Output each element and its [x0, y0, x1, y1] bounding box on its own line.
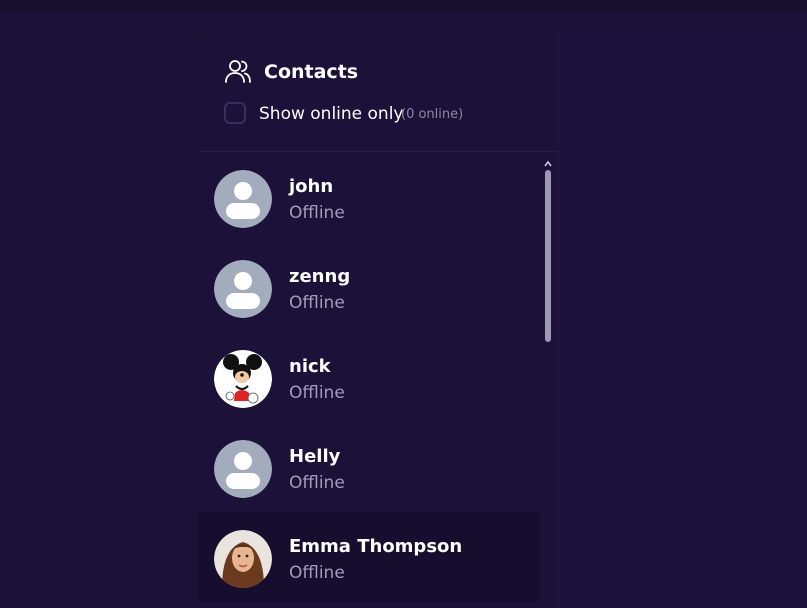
- contact-item-nick[interactable]: nick Offline: [198, 332, 540, 422]
- contact-list: john Offline zenng Offline nick Offline …: [198, 152, 540, 608]
- avatar: [214, 260, 272, 318]
- avatar: [214, 530, 272, 588]
- contacts-sidebar: Contacts Show online only (0 online) joh…: [198, 30, 559, 608]
- scrollbar-thumb[interactable]: [545, 170, 551, 342]
- top-bar: [0, 0, 807, 11]
- show-online-only-label[interactable]: Show online only: [259, 103, 404, 125]
- contact-name: john: [289, 176, 334, 197]
- contact-name: Emma Thompson: [289, 536, 463, 557]
- contact-status: Offline: [289, 383, 345, 403]
- mickey-mouse-avatar-image: [214, 350, 272, 408]
- contact-item-emma-thompson[interactable]: Emma Thompson Offline: [198, 512, 540, 602]
- woman-avatar-image: [214, 530, 272, 588]
- users-icon: [224, 57, 252, 85]
- contact-name: Helly: [289, 446, 341, 467]
- avatar: [214, 350, 272, 408]
- contacts-header: Contacts Show online only (0 online): [198, 30, 558, 152]
- contact-status: Offline: [289, 563, 345, 583]
- contact-name: nick: [289, 356, 331, 377]
- page-title: Contacts: [264, 61, 359, 83]
- online-count: (0 online): [401, 107, 464, 122]
- contact-status: Offline: [289, 203, 345, 223]
- contact-name: zenng: [289, 266, 351, 287]
- show-online-only-checkbox[interactable]: [224, 102, 246, 124]
- avatar: [214, 440, 272, 498]
- contact-item-john[interactable]: john Offline: [198, 152, 540, 242]
- contact-item-helly[interactable]: Helly Offline: [198, 422, 540, 512]
- contact-status: Offline: [289, 473, 345, 493]
- contact-item-zenng[interactable]: zenng Offline: [198, 242, 540, 332]
- conversation-panel: [559, 30, 807, 608]
- avatar: [214, 170, 272, 228]
- chevron-up-icon[interactable]: [543, 154, 553, 167]
- contact-status: Offline: [289, 293, 345, 313]
